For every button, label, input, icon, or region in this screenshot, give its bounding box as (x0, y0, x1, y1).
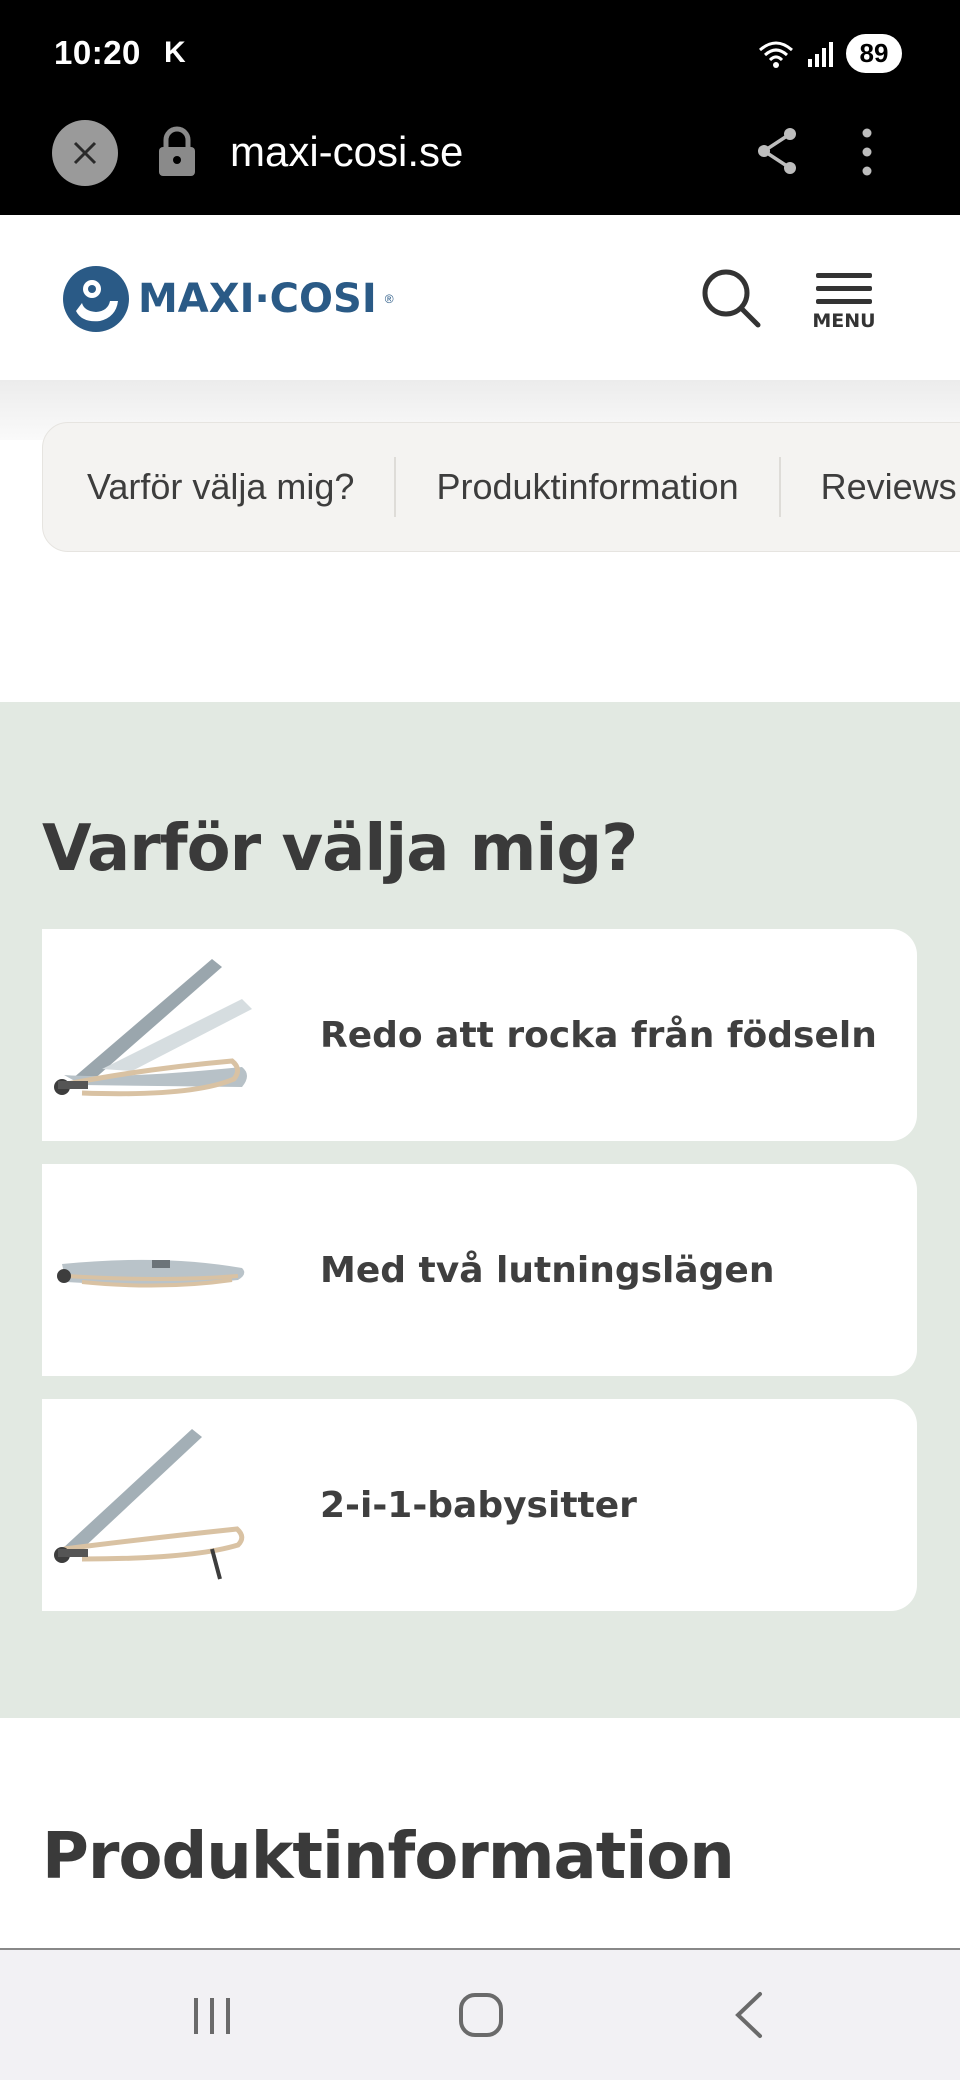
browser-bar: maxi-cosi.se (0, 110, 960, 215)
feature-label: 2-i-1-babysitter (320, 1484, 637, 1526)
menu-button[interactable]: MENU (812, 273, 876, 332)
tab-why-choose-me[interactable]: Varför välja mig? (43, 457, 394, 517)
why-section: Varför välja mig? Redo att rocka från fö… (0, 702, 960, 1718)
recent-apps-icon[interactable] (190, 1994, 234, 2038)
feature-card[interactable]: Redo att rocka från födseln (42, 929, 917, 1141)
url-field[interactable]: maxi-cosi.se (230, 128, 463, 176)
system-nav-bar (0, 1948, 960, 2080)
menu-label: MENU (812, 310, 876, 332)
signal-icon (808, 41, 833, 67)
feature-image-flat (42, 1164, 282, 1376)
tab-reviews[interactable]: Reviews (778, 457, 960, 517)
feature-image-babysitter (42, 1399, 282, 1611)
status-icons: 89 (756, 34, 902, 73)
product-info-title: Produktinformation (42, 1820, 735, 1894)
logo-registered-mark: ® (384, 292, 394, 306)
status-time: 10:20 (54, 34, 141, 71)
close-icon (73, 141, 97, 165)
section-tab-bar: Varför välja mig? Produktinformation Rev… (42, 422, 960, 552)
share-icon[interactable] (754, 126, 800, 176)
status-bar: 10:20 K 89 (0, 0, 960, 110)
site-header: MAXI·COSI ® MENU (0, 215, 960, 380)
logo-text: MAXI·COSI (138, 276, 377, 322)
home-icon[interactable] (458, 1992, 504, 2038)
battery-badge: 89 (846, 34, 902, 73)
back-icon[interactable] (730, 1990, 766, 2040)
feature-card[interactable]: 2-i-1-babysitter (42, 1399, 917, 1611)
status-carrier-letter: K (164, 36, 186, 69)
why-section-title: Varför välja mig? (42, 812, 638, 886)
tab-product-information[interactable]: Produktinformation (394, 457, 778, 517)
hamburger-icon (812, 273, 876, 304)
logo[interactable]: MAXI·COSI ® (62, 265, 394, 333)
more-options-icon[interactable] (860, 128, 874, 176)
search-icon[interactable] (700, 267, 762, 329)
maxi-cosi-logo-icon (63, 266, 129, 332)
lock-icon (159, 126, 195, 176)
feature-image-rocker (42, 929, 282, 1141)
feature-card[interactable]: Med två lutningslägen (42, 1164, 917, 1376)
feature-label: Med två lutningslägen (320, 1249, 775, 1291)
close-tab-button[interactable] (52, 120, 118, 186)
feature-label: Redo att rocka från födseln (320, 1014, 877, 1056)
wifi-icon (759, 41, 793, 68)
